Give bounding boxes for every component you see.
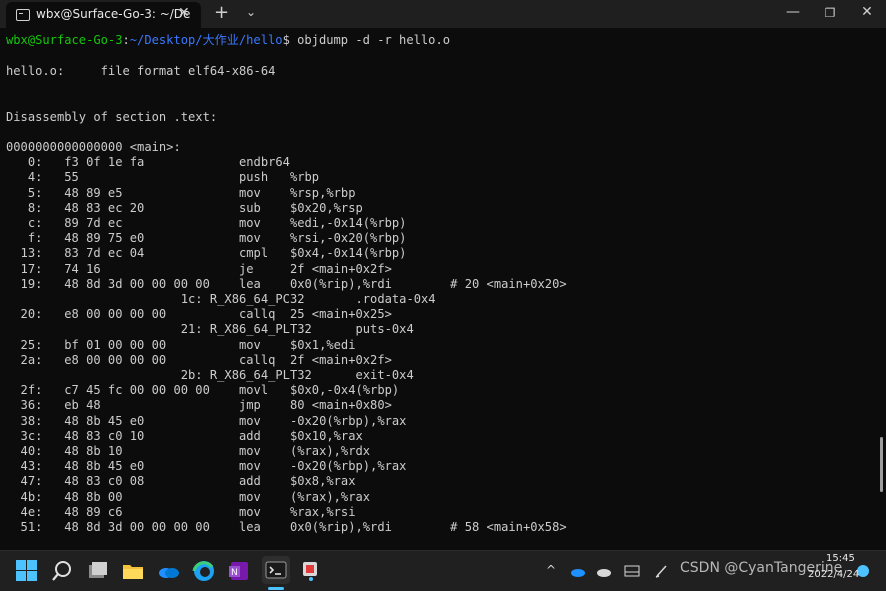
cloud-tray-icon[interactable]	[596, 564, 612, 578]
tab-title: wbx@Surface-Go-3: ~/De	[36, 7, 191, 21]
clock-date[interactable]: 2022/4/24	[808, 569, 859, 580]
new-tab-button[interactable]: +	[214, 2, 229, 23]
title-bar: wbx@Surface-Go-3: ~/De ✕ + ⌄ — ❐ ✕	[0, 0, 886, 28]
onenote-icon[interactable]: N	[227, 559, 251, 583]
prompt-command: $ objdump -d -r hello.o	[282, 33, 451, 47]
snipping-tool-icon[interactable]	[299, 559, 323, 583]
terminal-tab-icon	[16, 9, 30, 21]
pen-tray-icon[interactable]	[654, 564, 670, 578]
windows-terminal-icon[interactable]	[262, 556, 290, 584]
minimize-button[interactable]: —	[783, 4, 803, 20]
prompt-path: ~/Desktop/大作业/hello	[129, 33, 283, 47]
maximize-button[interactable]: ❐	[820, 6, 840, 20]
terminal-line: 2b: R_X86_64_PLT32 exit-0x4	[6, 368, 414, 382]
terminal-output[interactable]: wbx@Surface-Go-3:~/Desktop/大作业/hello$ ob…	[0, 28, 880, 548]
terminal-line: 20: e8 00 00 00 00 callq 25 <main+0x25>	[6, 307, 392, 322]
terminal-line: 40: 48 8b 10 mov (%rax),%rdx	[6, 444, 371, 458]
terminal-line: 36: eb 48 jmp 80 <main+0x80>	[6, 398, 392, 413]
onedrive-tray-icon[interactable]	[570, 564, 586, 578]
prompt-separator: :	[122, 33, 130, 47]
terminal-line: 4b: 48 8b 00 mov (%rax),%rax	[6, 489, 371, 504]
terminal-line: 51: 48 8d 3d 00 00 00 00 lea 0x0(%rip),%…	[6, 520, 567, 534]
search-icon[interactable]	[50, 559, 74, 583]
terminal-line: 1c: R_X86_64_PC32 .rodata-0x4	[6, 292, 436, 306]
task-view-icon[interactable]	[86, 559, 110, 583]
windows-start-icon[interactable]	[15, 559, 39, 583]
clock-time[interactable]: 15:45	[826, 553, 855, 564]
terminal-line: 8: 48 83 ec 20 sub $0x20,%rsp	[6, 200, 363, 215]
terminal-line: Disassembly of section .text:	[6, 109, 218, 124]
terminal-line: 2a: e8 00 00 00 00 callq 2f <main+0x2f>	[6, 352, 392, 367]
edge-browser-icon[interactable]	[192, 559, 216, 583]
terminal-line: 43: 48 8b 45 e0 mov -0x20(%rbp),%rax	[6, 459, 407, 474]
keyboard-tray-icon[interactable]	[624, 564, 640, 578]
scrollbar-thumb[interactable]	[880, 437, 883, 492]
terminal-line: hello.o: file format elf64-x86-64	[6, 64, 276, 78]
terminal-line: 38: 48 8b 45 e0 mov -0x20(%rbp),%rax	[6, 413, 407, 428]
terminal-line: c: 89 7d ec mov %edi,-0x14(%rbp)	[6, 216, 407, 230]
prompt-line: wbx@Surface-Go-3:~/Desktop/大作业/hello$ ob…	[6, 33, 450, 48]
terminal-line: 19: 48 8d 3d 00 00 00 00 lea 0x0(%rip),%…	[6, 276, 567, 291]
terminal-line: 2f: c7 45 fc 00 00 00 00 movl $0x0,-0x4(…	[6, 383, 400, 398]
chevron-down-icon[interactable]: ⌄	[246, 5, 256, 19]
terminal-line: 47: 48 83 c0 08 add $0x8,%rax	[6, 474, 356, 489]
file-explorer-icon[interactable]	[121, 559, 145, 583]
tray-chevron-icon[interactable]: ^	[546, 563, 556, 577]
svg-text:N: N	[231, 568, 238, 578]
terminal-line: f: 48 89 75 e0 mov %rsi,-0x20(%rbp)	[6, 231, 407, 246]
terminal-line: 3c: 48 83 c0 10 add $0x10,%rax	[6, 428, 363, 443]
terminal-line: 13: 83 7d ec 04 cmpl $0x4,-0x14(%rbp)	[6, 246, 407, 261]
tab-close-icon[interactable]: ✕	[178, 5, 190, 21]
terminal-line: 5: 48 89 e5 mov %rsp,%rbp	[6, 185, 356, 200]
terminal-line: 0: f3 0f 1e fa endbr64	[6, 155, 290, 170]
terminal-line: 25: bf 01 00 00 00 mov $0x1,%edi	[6, 337, 356, 352]
close-window-button[interactable]: ✕	[857, 4, 877, 20]
terminal-line: 4e: 48 89 c6 mov %rax,%rsi	[6, 504, 356, 519]
onedrive-icon[interactable]	[156, 559, 180, 583]
terminal-line: 4: 55 push %rbp	[6, 170, 320, 185]
terminal-tab[interactable]: wbx@Surface-Go-3: ~/De ✕	[6, 2, 201, 28]
terminal-line: 21: R_X86_64_PLT32 puts-0x4	[6, 322, 414, 337]
terminal-line: 0000000000000000 <main>:	[6, 140, 181, 154]
terminal-line: 17: 74 16 je 2f <main+0x2f>	[6, 261, 392, 276]
prompt-user: wbx@Surface-Go-3	[6, 33, 123, 47]
